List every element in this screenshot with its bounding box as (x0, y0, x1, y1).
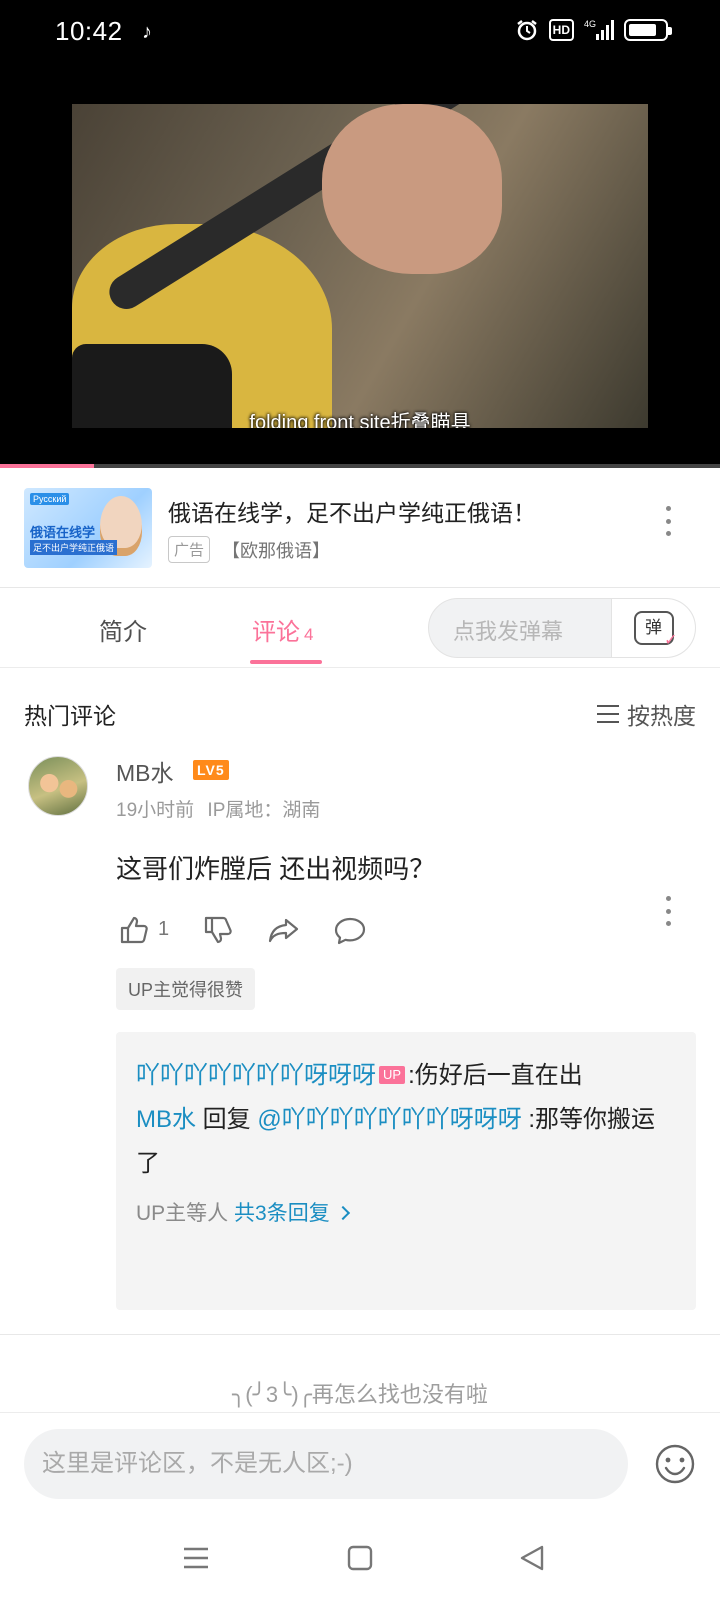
ad-thumb-subtitle: 足不出户学纯正俄语 (30, 540, 118, 555)
comment-text: 这哥们炸膛后 还出视频吗？ (116, 854, 436, 884)
comment-meta: 19小时前 IP属地：湖南 (116, 795, 320, 822)
danmaku-icon-char: 弹 (645, 618, 662, 637)
sort-icon (597, 705, 619, 723)
tab-comments-label: 评论 (252, 619, 300, 646)
ad-banner[interactable]: Русский 俄语在线学 足不出户学纯正俄语 俄语在线学，足不出户学纯正俄语！… (0, 468, 720, 588)
thumbs-up-icon (120, 916, 148, 944)
ad-tag: 广告 (168, 536, 211, 563)
tab-comments-count: 4 (304, 625, 314, 644)
danmaku-toggle-button[interactable]: 弹 ✓ (611, 599, 695, 657)
system-nav-bar (0, 1516, 720, 1600)
reply-preview-box[interactable]: 吖吖吖吖吖吖吖呀呀呀 UP:伤好后一直在出 MB水 回复 @吖吖吖吖吖吖吖呀呀呀 … (116, 1032, 696, 1310)
comment-bubble-icon (334, 917, 366, 945)
tab-active-indicator (250, 660, 322, 664)
tab-intro-label: 简介 (99, 619, 147, 646)
ad-thumb-brand: Русский (30, 493, 70, 505)
battery-level (629, 24, 656, 36)
sort-button[interactable]: 按热度 (597, 697, 696, 731)
reply-item[interactable]: 吖吖吖吖吖吖吖呀呀呀 UP:伤好后一直在出 (136, 1054, 676, 1098)
tab-comments[interactable]: 评论 4 (252, 612, 313, 647)
hot-comments-title: 热门评论 (24, 703, 116, 729)
video-frame[interactable]: folding front site折叠瞄具 (72, 104, 648, 428)
square-icon (347, 1545, 373, 1571)
reply-word: 回复 (196, 1106, 258, 1133)
emoji-button[interactable] (654, 1443, 696, 1485)
like-button[interactable] (116, 912, 152, 948)
reply-button[interactable] (332, 912, 368, 948)
tiktok-notification-icon: ♪ (142, 21, 152, 43)
view-all-replies[interactable]: UP主等人 共3条回复 (136, 1192, 676, 1236)
video-subtitle: folding front site折叠瞄具 (249, 412, 471, 428)
status-bar: 10:42 ♪ HD 4G (0, 0, 720, 64)
up-badge: UP (379, 1065, 406, 1084)
battery-icon (624, 19, 672, 41)
ad-thumb-title: 俄语在线学 (30, 525, 96, 540)
reply-text: :伤好后一直在出 (408, 1062, 583, 1089)
reply-footer-prefix: UP主等人 (136, 1202, 235, 1225)
alarm-icon (515, 18, 539, 42)
emoji-icon (655, 1444, 695, 1484)
reply-author[interactable]: 吖吖吖吖吖吖吖呀呀呀 (136, 1062, 376, 1089)
comment-input-bar (0, 1412, 720, 1516)
ad-title[interactable]: 俄语在线学，足不出户学纯正俄语！ (168, 494, 536, 528)
reply-author[interactable]: MB水 (136, 1106, 196, 1133)
share-button[interactable] (266, 912, 302, 948)
divider (0, 1334, 720, 1335)
end-of-comments-text: ╮(╯3╰)╭再怎么找也没有啦 (232, 1382, 488, 1407)
comment-username[interactable]: MB水 (116, 754, 174, 788)
signal-4g-icon: 4G (584, 18, 614, 42)
status-icons: HD 4G (515, 18, 672, 42)
comment-input[interactable] (24, 1429, 628, 1499)
menu-icon (184, 1547, 208, 1569)
reply-item[interactable]: MB水 回复 @吖吖吖吖吖吖吖呀呀呀 :那等你搬运了 (136, 1098, 676, 1186)
tab-intro[interactable]: 简介 (99, 612, 147, 647)
nav-menu-button[interactable] (176, 1538, 216, 1578)
reply-count-link[interactable]: 共3条回复 (234, 1202, 330, 1225)
hd-icon: HD (548, 19, 574, 41)
level-badge: LV5 (193, 760, 229, 780)
reply-mention[interactable]: @吖吖吖吖吖吖吖呀呀呀 (257, 1106, 521, 1133)
avatar[interactable] (28, 756, 88, 816)
chevron-right-icon (335, 1205, 350, 1221)
danmaku-bar[interactable]: 点我发弹幕 弹 ✓ (428, 598, 696, 658)
tab-bar: 简介 评论 4 点我发弹幕 弹 ✓ (0, 588, 720, 668)
up-liked-badge: UP主觉得很赞 (116, 968, 256, 1010)
ad-thumbnail[interactable]: Русский 俄语在线学 足不出户学纯正俄语 (24, 488, 152, 568)
sort-label: 按热度 (627, 703, 696, 729)
ad-source: 【欧那俄语】 (222, 541, 330, 561)
network-label: 4G (584, 19, 596, 29)
status-time: 10:42 (55, 16, 123, 46)
thumbs-down-icon (204, 916, 232, 944)
comment-ip: IP属地：湖南 (207, 800, 321, 821)
dislike-button[interactable] (200, 912, 236, 948)
video-player[interactable]: folding front site折叠瞄具 (0, 64, 720, 468)
danmaku-icon: 弹 ✓ (633, 611, 678, 649)
comment-time: 19小时前 (116, 800, 195, 821)
back-triangle-icon (520, 1545, 544, 1571)
like-count: 1 (158, 918, 170, 940)
share-icon (268, 918, 299, 943)
danmaku-input[interactable]: 点我发弹幕 (453, 614, 563, 646)
nav-home-button[interactable] (340, 1538, 380, 1578)
nav-back-button[interactable] (512, 1538, 552, 1578)
comment-more-icon[interactable] (656, 896, 680, 926)
ad-more-icon[interactable] (656, 506, 680, 536)
